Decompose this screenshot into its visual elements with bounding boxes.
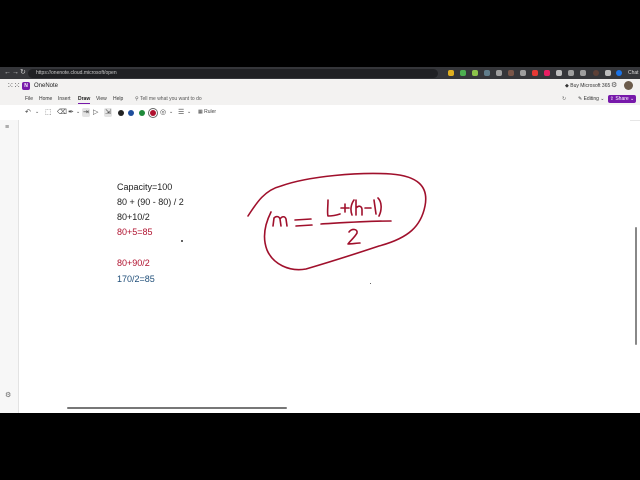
share-button[interactable]: ⇪ Share ⌄: [608, 95, 636, 103]
ink-fraction-bar: [320, 220, 392, 225]
extension-icon[interactable]: [460, 70, 466, 76]
address-bar[interactable]: https://onenote.cloud.microsoft/open: [28, 68, 438, 78]
forward-icon[interactable]: →: [12, 68, 19, 78]
pen-thickness-icon[interactable]: ☰: [178, 108, 184, 117]
navigation-icon[interactable]: ≡: [5, 124, 9, 132]
undo-dropdown-icon[interactable]: ⌄: [35, 108, 39, 117]
vertical-scrollbar[interactable]: [635, 227, 637, 345]
draw-toolbar: ↶ ⌄ ⬚ ⌫ ✒ ⌄ ⇥ ▷ ⇲ ◎ ⌄ ☰ ⌄ ▦ Ruler: [0, 105, 640, 121]
tab-view[interactable]: View: [96, 95, 107, 103]
feedback-icon[interactable]: ⚙: [5, 392, 11, 400]
address-url: https://onenote.cloud.microsoft/open: [36, 69, 117, 76]
pen-dropdown-icon[interactable]: ⌄: [76, 108, 80, 117]
ribbon-tabs: File Home Insert Draw View Help ⚲ Tell m…: [0, 93, 640, 105]
color-dropdown-icon[interactable]: ⌄: [169, 108, 173, 117]
buy-label: Buy Microsoft 365: [570, 83, 611, 89]
ink-to-text-icon[interactable]: ⇲: [104, 108, 112, 117]
ink-enclosure: [247, 172, 427, 271]
extension-icon[interactable]: [508, 70, 514, 76]
reload-icon[interactable]: ↻: [20, 68, 26, 78]
horizontal-scrollbar[interactable]: [67, 407, 287, 409]
settings-icon[interactable]: ⚙: [611, 81, 617, 91]
note-canvas[interactable]: Capacity=100 80 + (90 - 80) / 2 80+10/2 …: [19, 120, 630, 413]
pen-blue[interactable]: [128, 110, 134, 116]
pen-tool-icon[interactable]: ✒: [68, 108, 74, 117]
onenote-logo: N: [22, 82, 30, 90]
extension-icon[interactable]: [496, 70, 502, 76]
buy-microsoft-365[interactable]: ◆ Buy Microsoft 365: [565, 81, 610, 91]
tell-me-label: Tell me what you want to do: [139, 96, 202, 102]
chat-label[interactable]: Chat: [628, 68, 639, 78]
undo-icon[interactable]: ↶: [25, 108, 31, 117]
extension-icon[interactable]: [448, 70, 454, 76]
extension-icon[interactable]: [532, 70, 538, 76]
ink-formula[interactable]: [19, 120, 630, 413]
extension-icon[interactable]: [472, 70, 478, 76]
sync-icon[interactable]: ↻: [562, 95, 566, 103]
app-header: ⁙⁙ N OneNote ◆ Buy Microsoft 365 ⚙: [0, 79, 640, 93]
editing-label: Editing: [583, 96, 599, 102]
screen: ← → ↻ https://onenote.cloud.microsoft/op…: [0, 67, 640, 413]
profile-avatar[interactable]: [593, 70, 599, 76]
eraser-icon[interactable]: ⌫: [57, 108, 67, 117]
ink-equals: [294, 218, 313, 227]
ruler-label: Ruler: [204, 109, 217, 115]
pen-red[interactable]: [150, 110, 156, 116]
extension-icon[interactable]: [484, 70, 490, 76]
tab-file[interactable]: File: [25, 95, 33, 103]
left-rail: ≡ ⚙: [0, 120, 19, 413]
tab-help[interactable]: Help: [113, 95, 123, 103]
color-picker-icon[interactable]: ◎: [160, 108, 166, 117]
puzzle-icon[interactable]: [580, 70, 586, 76]
pen-black[interactable]: [118, 110, 124, 116]
extension-icon[interactable]: [544, 70, 550, 76]
play-icon[interactable]: ▷: [93, 108, 98, 117]
extension-icon[interactable]: [568, 70, 574, 76]
chat-avatar[interactable]: [616, 70, 622, 76]
tab-insert[interactable]: Insert: [58, 95, 71, 103]
extension-icon[interactable]: [556, 70, 562, 76]
app-name[interactable]: OneNote: [34, 81, 58, 91]
editing-mode[interactable]: ✎ Editing ⌄: [578, 95, 604, 103]
tell-me-search[interactable]: ⚲ Tell me what you want to do: [135, 95, 202, 103]
ink-denominator: [347, 228, 361, 245]
insert-space-icon[interactable]: ⇥: [82, 108, 90, 117]
tab-home[interactable]: Home: [39, 95, 52, 103]
menu-icon[interactable]: [605, 70, 611, 76]
tab-draw[interactable]: Draw: [78, 95, 91, 104]
app-launcher-icon[interactable]: ⁙⁙: [7, 82, 20, 90]
share-label: Share: [615, 96, 629, 102]
pen-green[interactable]: [139, 110, 145, 116]
ink-numerator: [326, 197, 382, 217]
browser-toolbar: ← → ↻ https://onenote.cloud.microsoft/op…: [0, 67, 640, 79]
user-avatar[interactable]: [624, 81, 633, 90]
thickness-dropdown-icon[interactable]: ⌄: [187, 108, 191, 117]
ruler-button[interactable]: ▦ Ruler: [198, 108, 216, 117]
lasso-select-icon[interactable]: ⬚: [45, 108, 52, 117]
extension-icon[interactable]: [520, 70, 526, 76]
back-icon[interactable]: ←: [4, 68, 11, 78]
ink-m: [272, 215, 288, 227]
